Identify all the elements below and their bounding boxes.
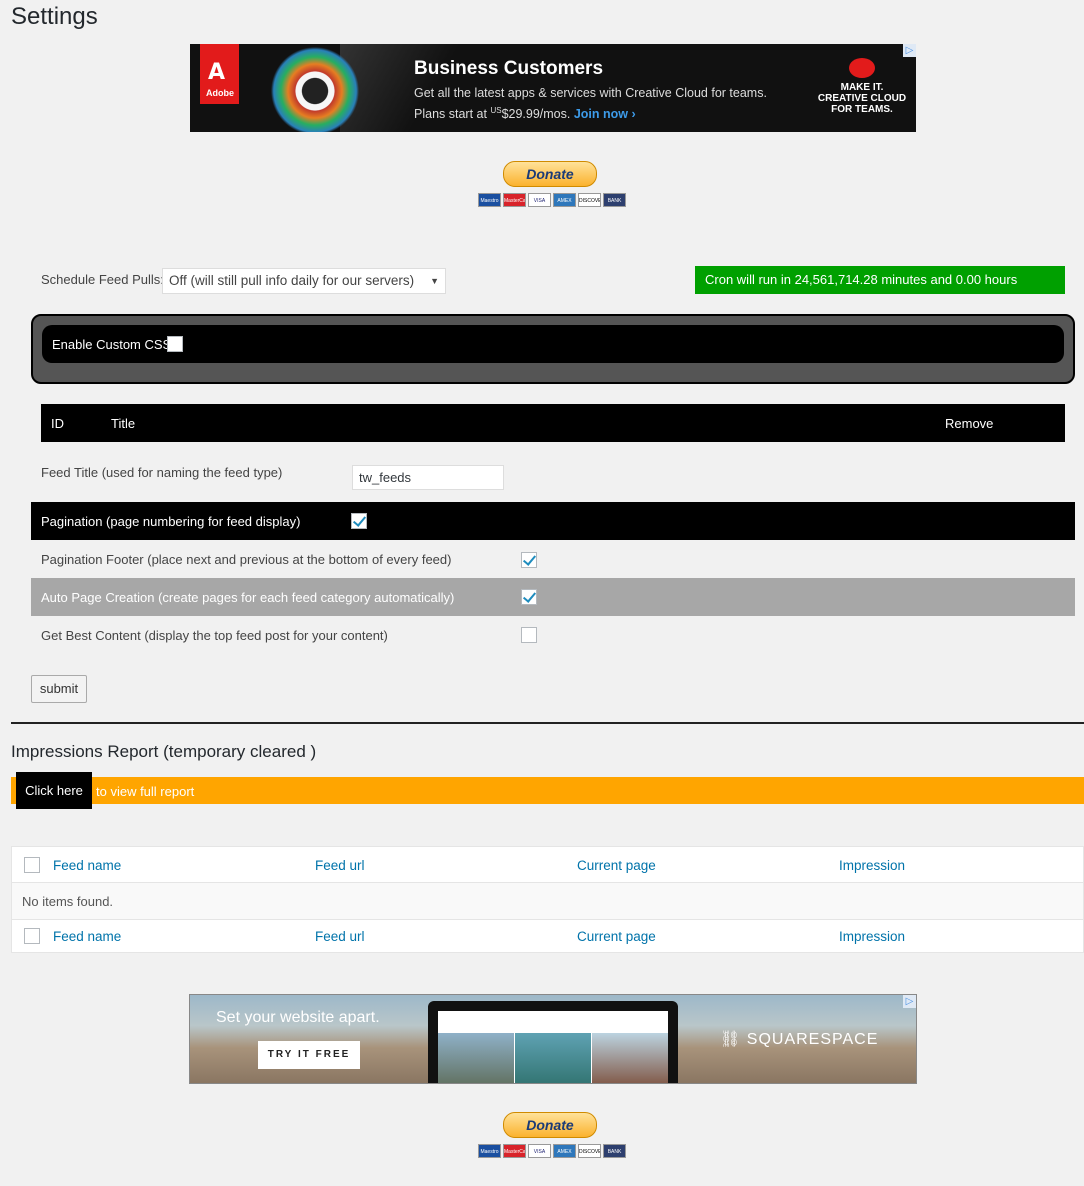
- pagination-footer-checkbox[interactable]: [521, 552, 537, 568]
- divider: [11, 722, 1084, 724]
- custom-css-bar: Enable Custom CSS: [42, 325, 1064, 363]
- sq-ad-headline: Set your website apart.: [216, 1009, 380, 1026]
- col-current-page-footer[interactable]: Current page: [577, 929, 656, 944]
- ad-right-tagline: MAKE IT. CREATIVE CLOUD FOR TEAMS.: [808, 58, 916, 115]
- col-feed-name[interactable]: Feed name: [53, 858, 121, 873]
- adobe-wordmark: Adobe: [206, 88, 234, 98]
- ad-body: Get all the latest apps & services with …: [414, 85, 767, 123]
- ad-headline: Business Customers: [414, 58, 604, 79]
- payment-cards: Maestro MasterCard VISA AMEX DISCOVER BA…: [478, 193, 626, 207]
- option-best-content-label: Get Best Content (display the top feed p…: [41, 628, 388, 643]
- option-pagination-footer: Pagination Footer (place next and previo…: [31, 540, 1075, 578]
- feed-title-input[interactable]: tw_feeds: [352, 465, 504, 490]
- feeds-table-header: ID Title Remove: [41, 404, 1065, 442]
- mastercard-icon: MasterCard: [503, 193, 526, 207]
- ad-price-prefix: Plans start at: [414, 107, 491, 122]
- creative-cloud-swirl-icon: [260, 46, 370, 132]
- squarespace-ad-banner[interactable]: Set your website apart. TRY IT FREE ⛓ SQ…: [189, 994, 917, 1084]
- col-title: Title: [111, 416, 136, 431]
- payment-cards-bottom: Maestro MasterCard VISA AMEX DISCOVER BA…: [478, 1144, 626, 1158]
- discover-card-icon: DISCOVER: [578, 1144, 601, 1158]
- adobe-ad-banner[interactable]: A Adobe Business Customers Get all the l…: [190, 44, 916, 132]
- ad-join-now-link[interactable]: Join now ›: [574, 107, 636, 121]
- impressions-table: Feed name Feed url Current page Impressi…: [11, 846, 1084, 953]
- col-feed-url-footer[interactable]: Feed url: [315, 929, 365, 944]
- visa-card-icon: VISA: [528, 193, 551, 207]
- report-banner-text: to view full report: [96, 784, 195, 799]
- option-pagination: Pagination (page numbering for feed disp…: [31, 502, 1075, 540]
- maestro-card-icon: Maestro: [478, 193, 501, 207]
- col-impression[interactable]: Impression: [839, 858, 905, 873]
- bank-icon: BANK: [603, 193, 626, 207]
- option-best-content: Get Best Content (display the top feed p…: [31, 616, 1075, 654]
- table-empty-row: No items found.: [12, 882, 1083, 920]
- ad-price-currency: US: [490, 106, 502, 115]
- maestro-card-icon: Maestro: [478, 1144, 501, 1158]
- cron-status: Cron will run in 24,561,714.28 minutes a…: [695, 266, 1065, 294]
- dropdown-arrow-icon: ▼: [430, 276, 439, 286]
- adchoices-icon[interactable]: ▷: [903, 44, 916, 57]
- table-footer-row: Feed name Feed url Current page Impressi…: [12, 918, 1083, 954]
- screen-photo-2: [515, 1033, 591, 1083]
- donate-button-bottom[interactable]: Donate: [503, 1112, 597, 1138]
- col-impression-footer[interactable]: Impression: [839, 929, 905, 944]
- schedule-label: Schedule Feed Pulls:: [41, 272, 164, 287]
- page-title: Settings: [11, 3, 98, 30]
- best-content-checkbox[interactable]: [521, 627, 537, 643]
- squarespace-wordmark: SQUARESPACE: [746, 1031, 879, 1048]
- select-all-checkbox[interactable]: [24, 857, 40, 873]
- schedule-select[interactable]: Off (will still pull info daily for our …: [162, 268, 446, 294]
- adchoices-icon-bottom[interactable]: ▷: [903, 995, 916, 1008]
- col-id: ID: [51, 416, 64, 431]
- ad-price: $29.99/mos.: [501, 107, 571, 122]
- ad-tagline-3: FOR TEAMS.: [831, 104, 893, 115]
- col-feed-name-footer[interactable]: Feed name: [53, 929, 121, 944]
- try-it-free-button[interactable]: TRY IT FREE: [258, 1041, 360, 1069]
- squarespace-logo: ⛓ SQUARESPACE: [720, 1029, 878, 1049]
- laptop-image: [428, 1001, 678, 1083]
- creative-cloud-logo-icon: [849, 58, 875, 78]
- feed-title-label: Feed Title (used for naming the feed typ…: [41, 465, 283, 480]
- discover-card-icon: DISCOVER: [578, 193, 601, 207]
- ad-body-line2: Plans start at US$29.99/mos. Join now ›: [414, 102, 767, 123]
- ad-tagline-1: MAKE IT.: [840, 82, 884, 93]
- impressions-title: Impressions Report (temporary cleared ): [11, 742, 317, 761]
- adobe-logo: A Adobe: [200, 44, 239, 104]
- custom-css-label: Enable Custom CSS: [52, 337, 172, 352]
- col-remove: Remove: [945, 416, 994, 431]
- bank-icon: BANK: [603, 1144, 626, 1158]
- submit-button[interactable]: submit: [31, 675, 87, 703]
- pagination-checkbox[interactable]: [351, 513, 367, 529]
- mastercard-icon: MasterCard: [503, 1144, 526, 1158]
- visa-card-icon: VISA: [528, 1144, 551, 1158]
- adobe-a-icon: A: [208, 60, 226, 85]
- custom-css-checkbox[interactable]: [167, 336, 183, 352]
- laptop-screen: [438, 1011, 668, 1083]
- col-feed-url[interactable]: Feed url: [315, 858, 365, 873]
- click-here-button[interactable]: Click here: [16, 772, 92, 809]
- select-all-checkbox-footer[interactable]: [24, 928, 40, 944]
- screen-photo-1: [438, 1033, 514, 1083]
- ad-body-line1: Get all the latest apps & services with …: [414, 86, 767, 100]
- option-pagination-footer-label: Pagination Footer (place next and previo…: [41, 552, 452, 567]
- col-current-page[interactable]: Current page: [577, 858, 656, 873]
- ad-tagline-2: CREATIVE CLOUD: [817, 93, 907, 104]
- schedule-selected-value: Off (will still pull info daily for our …: [169, 273, 415, 288]
- table-header-row: Feed name Feed url Current page Impressi…: [12, 847, 1083, 883]
- option-auto-page-creation: Auto Page Creation (create pages for eac…: [31, 578, 1075, 616]
- amex-card-icon: AMEX: [553, 1144, 576, 1158]
- option-auto-page-label: Auto Page Creation (create pages for eac…: [41, 590, 455, 605]
- amex-card-icon: AMEX: [553, 193, 576, 207]
- no-items-text: No items found.: [22, 894, 114, 909]
- donate-button[interactable]: Donate: [503, 161, 597, 187]
- option-pagination-label: Pagination (page numbering for feed disp…: [41, 514, 301, 529]
- auto-page-checkbox[interactable]: [521, 589, 537, 605]
- squarespace-mark-icon: ⛓: [720, 1031, 742, 1048]
- screen-photo-3: [592, 1033, 668, 1083]
